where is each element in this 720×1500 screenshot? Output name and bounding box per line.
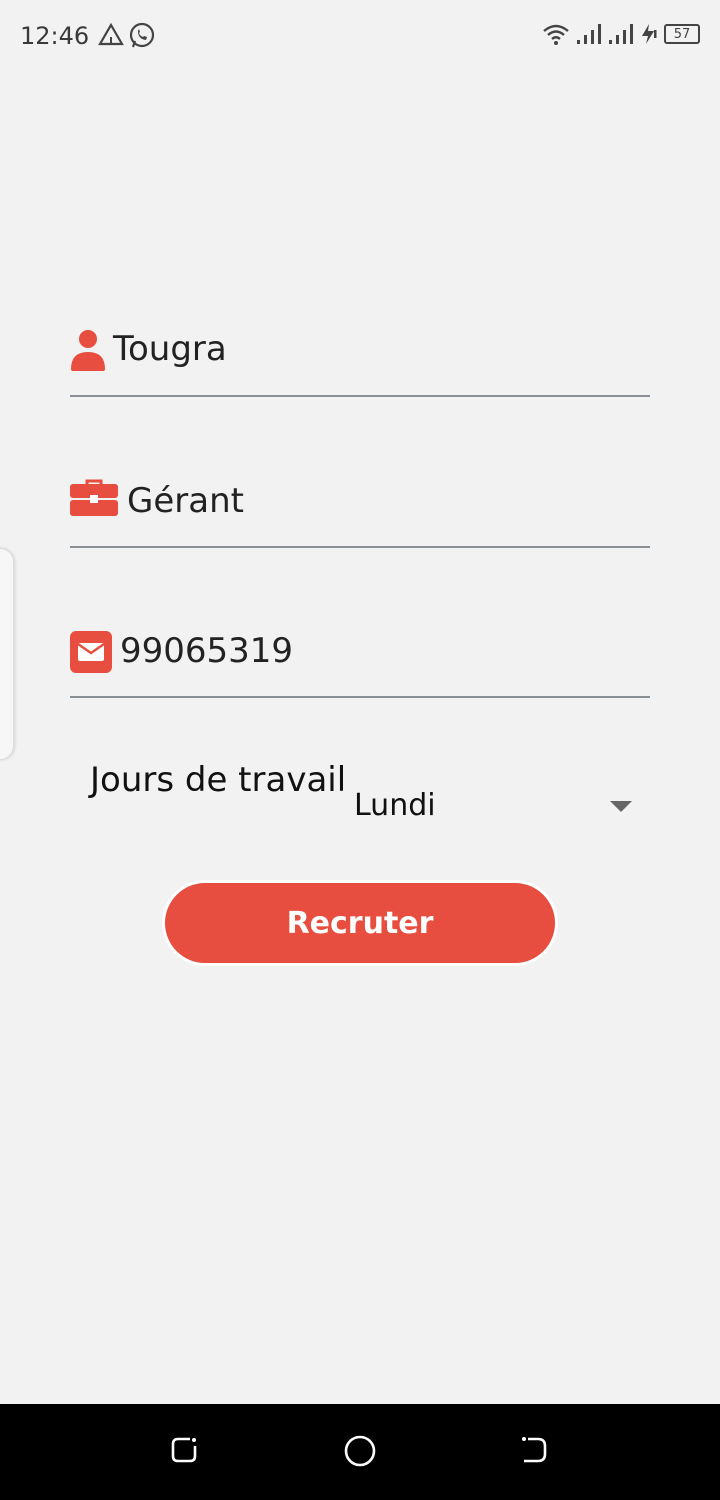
- phone-value: 99065319: [120, 631, 294, 671]
- caret-down-icon: [610, 801, 632, 812]
- whatsapp-icon: [129, 22, 155, 48]
- back-icon[interactable]: [518, 1434, 550, 1466]
- workdays-dropdown[interactable]: Lundi: [350, 784, 640, 832]
- person-icon: [71, 330, 105, 371]
- workdays-selected: Lundi: [354, 788, 436, 823]
- charging-icon: [642, 24, 657, 44]
- wifi-icon: [543, 24, 569, 45]
- signal-icon: [577, 24, 601, 44]
- envelope-icon: [70, 631, 112, 673]
- role-field[interactable]: Gérant: [70, 478, 650, 548]
- signal-icon: [609, 24, 633, 44]
- status-bar: 12:46 57: [0, 0, 720, 72]
- side-panel-handle[interactable]: [0, 548, 14, 760]
- status-left-icons: [98, 22, 156, 50]
- navigation-bar: [0, 1404, 720, 1500]
- workdays-label: Jours de travail: [90, 760, 347, 800]
- phone-field[interactable]: 99065319: [70, 628, 650, 698]
- battery-level: 57: [673, 26, 691, 42]
- status-time: 12:46: [20, 22, 90, 50]
- role-value: Gérant: [127, 481, 244, 521]
- status-right-icons: 57: [542, 22, 700, 46]
- recent-apps-icon[interactable]: [168, 1434, 200, 1466]
- alert-triangle-icon: [98, 22, 124, 46]
- home-icon[interactable]: [343, 1434, 377, 1468]
- recruit-button[interactable]: Recruter: [162, 880, 558, 966]
- name-field[interactable]: Tougra: [70, 327, 650, 397]
- briefcase-icon: [70, 479, 118, 516]
- name-value: Tougra: [113, 329, 227, 369]
- battery-icon: 57: [664, 24, 700, 44]
